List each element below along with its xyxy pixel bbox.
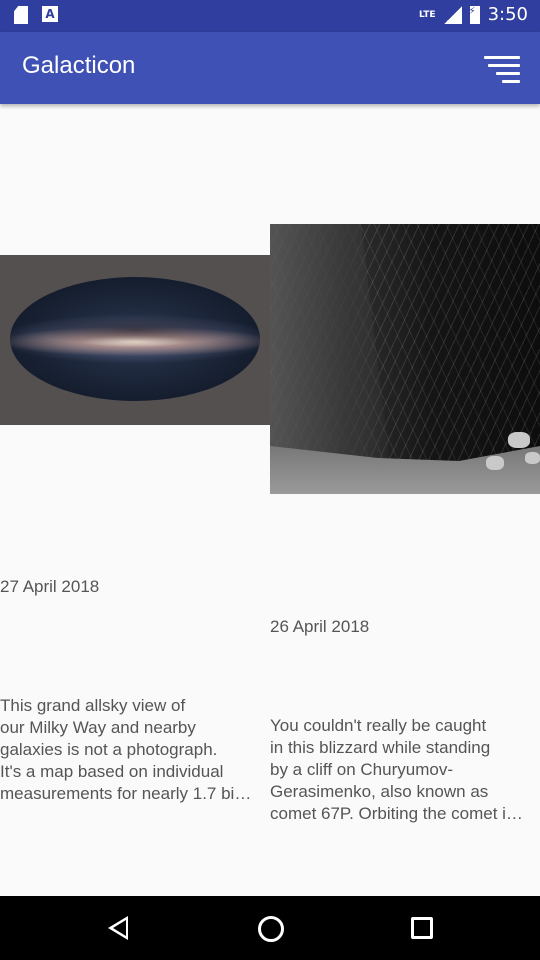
apod-card[interactable]: 26 April 2018 You couldn't really be cau… <box>270 104 540 824</box>
app-title: Galacticon <box>22 52 136 79</box>
navigation-bar <box>0 896 540 960</box>
a-icon: A <box>42 6 58 22</box>
comet-rock <box>486 456 504 470</box>
home-icon[interactable] <box>258 916 284 942</box>
comet-rock <box>508 432 530 448</box>
network-type: LTE <box>419 9 436 20</box>
signal-icon <box>443 5 462 24</box>
app-bar: Galacticon <box>0 32 540 104</box>
apod-card[interactable]: 27 April 2018 This grand allsky view of … <box>0 104 270 804</box>
card-image <box>270 224 540 494</box>
card-description: This grand allsky view of our Milky Way … <box>0 696 252 803</box>
status-time: 3:50 <box>487 4 528 25</box>
sd-card-icon <box>14 6 28 24</box>
galactic-dust-lane <box>30 315 240 345</box>
card-date: 26 April 2018 <box>270 617 370 636</box>
card-description: You couldn't really be caught in this bl… <box>270 716 523 823</box>
card-date: 27 April 2018 <box>0 577 100 596</box>
filter-icon[interactable] <box>484 56 520 83</box>
battery-icon <box>469 5 480 24</box>
status-bar: A LTE 3:50 <box>0 0 540 32</box>
back-icon[interactable] <box>108 916 128 940</box>
recent-apps-icon[interactable] <box>411 917 433 939</box>
card-image <box>0 255 270 425</box>
status-left-icons: A <box>14 6 58 24</box>
comet-rock <box>525 452 540 464</box>
status-right-icons: LTE 3:50 <box>419 4 528 25</box>
